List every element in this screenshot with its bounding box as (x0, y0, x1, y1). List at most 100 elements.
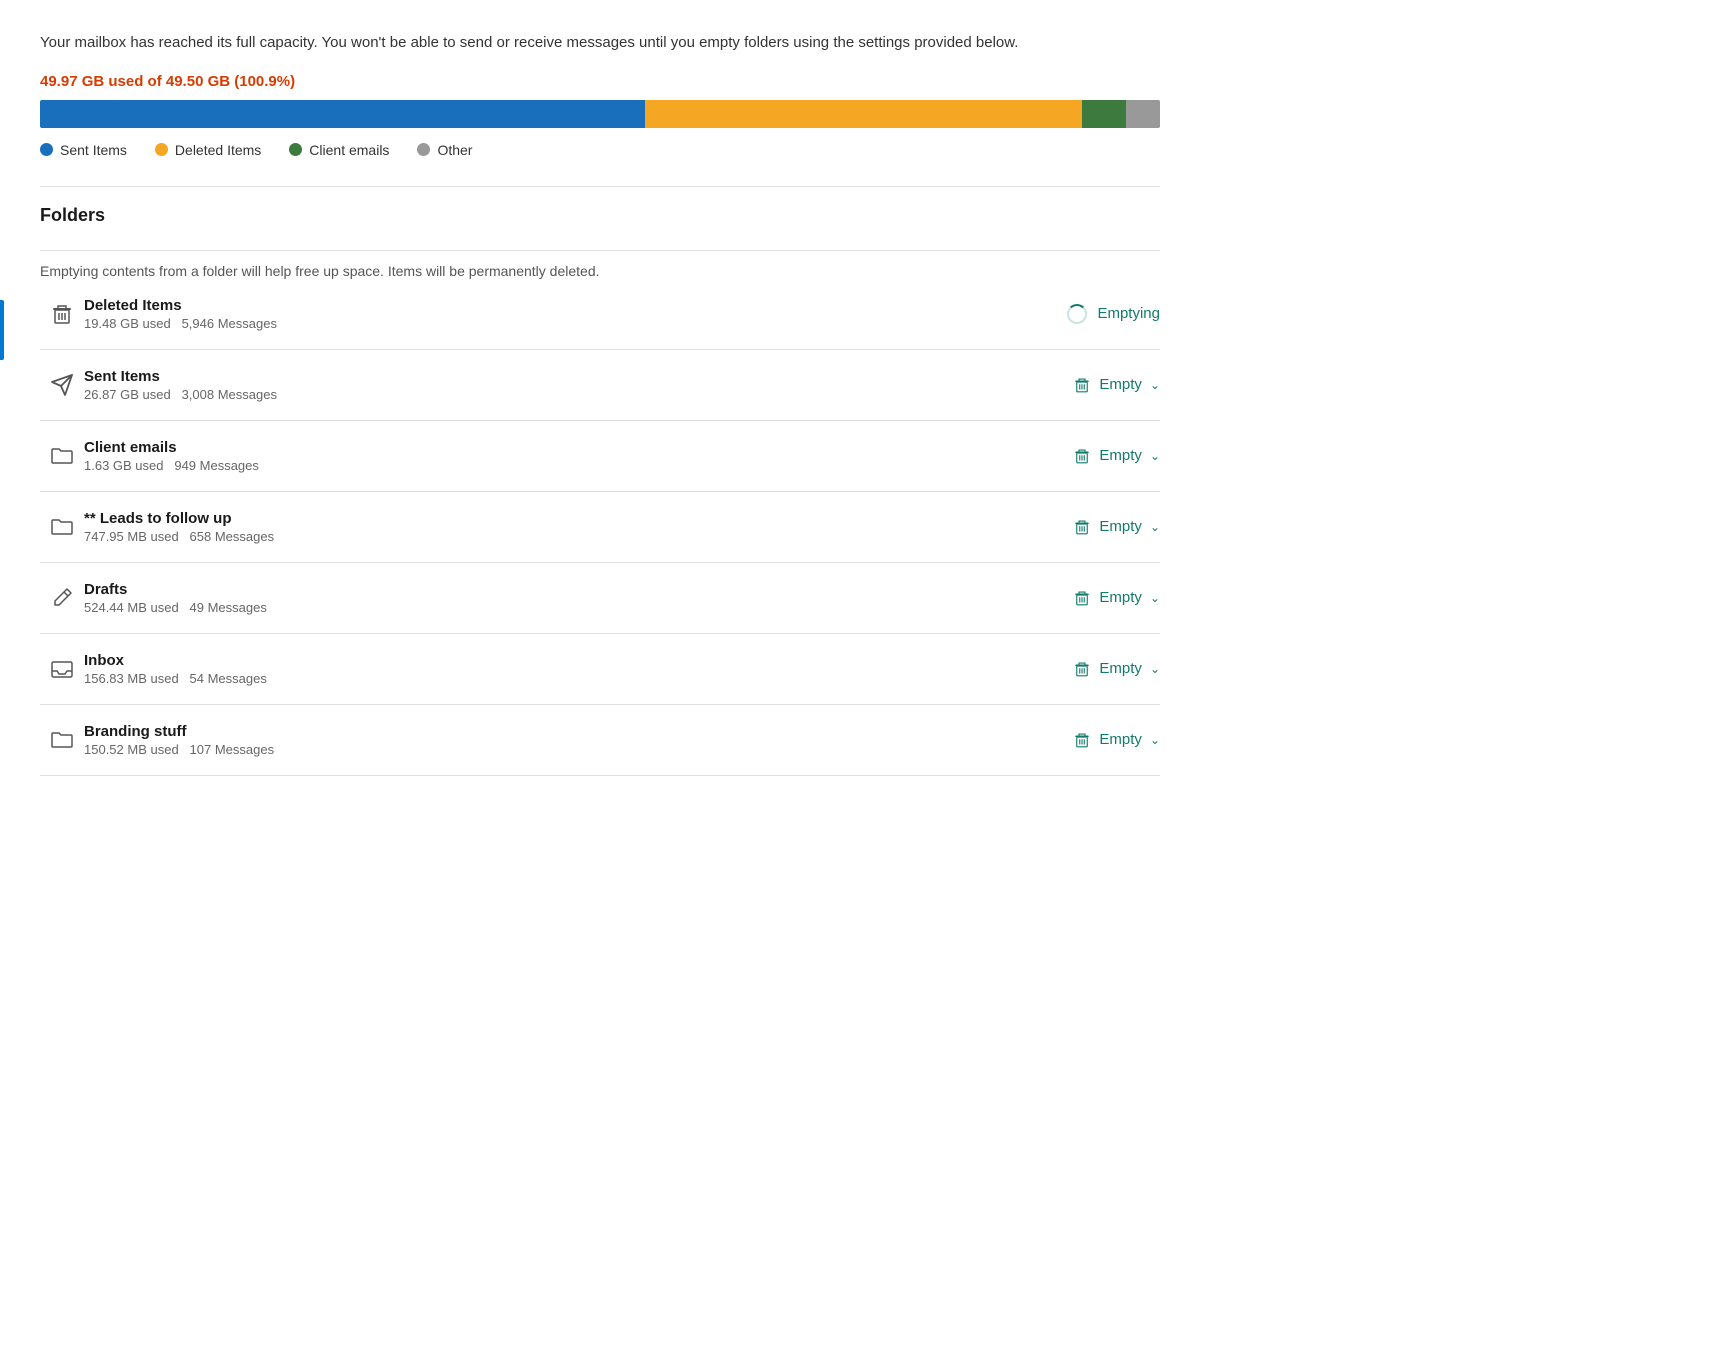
folder-info-client: Client emails 1.63 GB used 949 Messages (84, 439, 1040, 473)
legend-dot-sent (40, 143, 53, 156)
legend-label-sent: Sent Items (60, 142, 127, 158)
folder-icon-leads (40, 515, 84, 539)
folder-row-leads: ** Leads to follow up 747.95 MB used 658… (40, 492, 1160, 563)
folder-size-client: 1.63 GB used (84, 458, 164, 473)
usage-label: 49.97 GB used of 49.50 GB (100.9%) (40, 73, 1160, 90)
folder-icon-svg-leads (50, 515, 74, 539)
legend-item-other: Other (417, 142, 472, 158)
chevron-inbox: ⌄ (1150, 662, 1160, 676)
folder-name-sent: Sent Items (84, 368, 1040, 385)
main-container: Your mailbox has reached its full capaci… (0, 0, 1200, 808)
folder-row-branding: Branding stuff 150.52 MB used 107 Messag… (40, 705, 1160, 776)
folder-messages-client: 949 Messages (174, 458, 259, 473)
legend: Sent Items Deleted Items Client emails O… (40, 142, 1160, 158)
folder-size-sent: 26.87 GB used (84, 387, 171, 402)
left-accent (0, 300, 4, 360)
empty-label-drafts: Empty (1099, 589, 1142, 606)
emptying-action-deleted[interactable]: Emptying (1040, 304, 1160, 324)
folders-description: Emptying contents from a folder will hel… (40, 263, 1160, 279)
sent-icon (50, 373, 74, 397)
folder-row-client-emails: Client emails 1.63 GB used 949 Messages … (40, 421, 1160, 492)
folder-name-leads: ** Leads to follow up (84, 510, 1040, 527)
folder-info-branding: Branding stuff 150.52 MB used 107 Messag… (84, 723, 1040, 757)
drafts-icon (50, 586, 74, 610)
trash-icon-client (1073, 447, 1091, 465)
legend-item-client: Client emails (289, 142, 389, 158)
empty-action-sent[interactable]: Empty ⌄ (1040, 376, 1160, 394)
spinner-deleted (1067, 304, 1087, 324)
empty-label-sent: Empty (1099, 376, 1142, 393)
empty-action-inbox[interactable]: Empty ⌄ (1040, 660, 1160, 678)
trash-icon (50, 302, 74, 326)
folder-info-sent: Sent Items 26.87 GB used 3,008 Messages (84, 368, 1040, 402)
segment-deleted-items (645, 100, 1082, 128)
empty-action-leads[interactable]: Empty ⌄ (1040, 518, 1160, 536)
folder-icon-client (40, 444, 84, 468)
legend-dot-deleted (155, 143, 168, 156)
folder-icon-svg-branding (50, 728, 74, 752)
divider-top (40, 186, 1160, 187)
folder-messages-deleted: 5,946 Messages (182, 316, 277, 331)
folder-icon-deleted (40, 302, 84, 326)
folder-row-sent-items: Sent Items 26.87 GB used 3,008 Messages … (40, 350, 1160, 421)
empty-action-client[interactable]: Empty ⌄ (1040, 447, 1160, 465)
trash-icon-branding (1073, 731, 1091, 749)
trash-icon-leads (1073, 518, 1091, 536)
empty-action-branding[interactable]: Empty ⌄ (1040, 731, 1160, 749)
legend-label-client: Client emails (309, 142, 389, 158)
folder-icon-sent (40, 373, 84, 397)
folder-icon-branding (40, 728, 84, 752)
folder-size-leads: 747.95 MB used (84, 529, 179, 544)
empty-label-client: Empty (1099, 447, 1142, 464)
legend-item-sent: Sent Items (40, 142, 127, 158)
empty-label-branding: Empty (1099, 731, 1142, 748)
segment-sent-items (40, 100, 645, 128)
folder-icon-drafts (40, 586, 84, 610)
folder-info-deleted: Deleted Items 19.48 GB used 5,946 Messag… (84, 297, 1040, 331)
folder-name-branding: Branding stuff (84, 723, 1040, 740)
trash-icon-inbox (1073, 660, 1091, 678)
folder-meta-leads: 747.95 MB used 658 Messages (84, 529, 1040, 544)
folder-meta-sent: 26.87 GB used 3,008 Messages (84, 387, 1040, 402)
folder-meta-client: 1.63 GB used 949 Messages (84, 458, 1040, 473)
legend-label-other: Other (437, 142, 472, 158)
folder-meta-branding: 150.52 MB used 107 Messages (84, 742, 1040, 757)
empty-action-drafts[interactable]: Empty ⌄ (1040, 589, 1160, 607)
folder-row-deleted-items: Deleted Items 19.48 GB used 5,946 Messag… (40, 279, 1160, 350)
folders-title: Folders (40, 205, 1160, 226)
folder-icon-inbox (40, 657, 84, 681)
alert-text: Your mailbox has reached its full capaci… (40, 32, 1160, 55)
trash-icon-drafts (1073, 589, 1091, 607)
folder-info-leads: ** Leads to follow up 747.95 MB used 658… (84, 510, 1040, 544)
folder-info-inbox: Inbox 156.83 MB used 54 Messages (84, 652, 1040, 686)
trash-icon-sent (1073, 376, 1091, 394)
folder-name-client: Client emails (84, 439, 1040, 456)
legend-label-deleted: Deleted Items (175, 142, 261, 158)
emptying-label-deleted: Emptying (1097, 305, 1160, 322)
folder-messages-branding: 107 Messages (190, 742, 275, 757)
folder-row-drafts: Drafts 524.44 MB used 49 Messages Empty … (40, 563, 1160, 634)
empty-label-leads: Empty (1099, 518, 1142, 535)
folder-row-inbox: Inbox 156.83 MB used 54 Messages Empty ⌄ (40, 634, 1160, 705)
empty-label-inbox: Empty (1099, 660, 1142, 677)
folder-size-branding: 150.52 MB used (84, 742, 179, 757)
section-header: Folders (40, 205, 1160, 251)
folder-meta-deleted: 19.48 GB used 5,946 Messages (84, 316, 1040, 331)
folder-messages-sent: 3,008 Messages (182, 387, 277, 402)
folder-meta-drafts: 524.44 MB used 49 Messages (84, 600, 1040, 615)
folder-size-deleted: 19.48 GB used (84, 316, 171, 331)
chevron-drafts: ⌄ (1150, 591, 1160, 605)
chevron-branding: ⌄ (1150, 733, 1160, 747)
folders-description-area: Emptying contents from a folder will hel… (40, 251, 1160, 279)
legend-dot-client (289, 143, 302, 156)
segment-other (1126, 100, 1160, 128)
folder-name-inbox: Inbox (84, 652, 1040, 669)
folder-name-deleted: Deleted Items (84, 297, 1040, 314)
legend-item-deleted: Deleted Items (155, 142, 261, 158)
segment-client-emails (1082, 100, 1127, 128)
chevron-leads: ⌄ (1150, 520, 1160, 534)
folder-messages-inbox: 54 Messages (190, 671, 267, 686)
progress-bar (40, 100, 1160, 128)
chevron-client: ⌄ (1150, 449, 1160, 463)
folder-size-drafts: 524.44 MB used (84, 600, 179, 615)
